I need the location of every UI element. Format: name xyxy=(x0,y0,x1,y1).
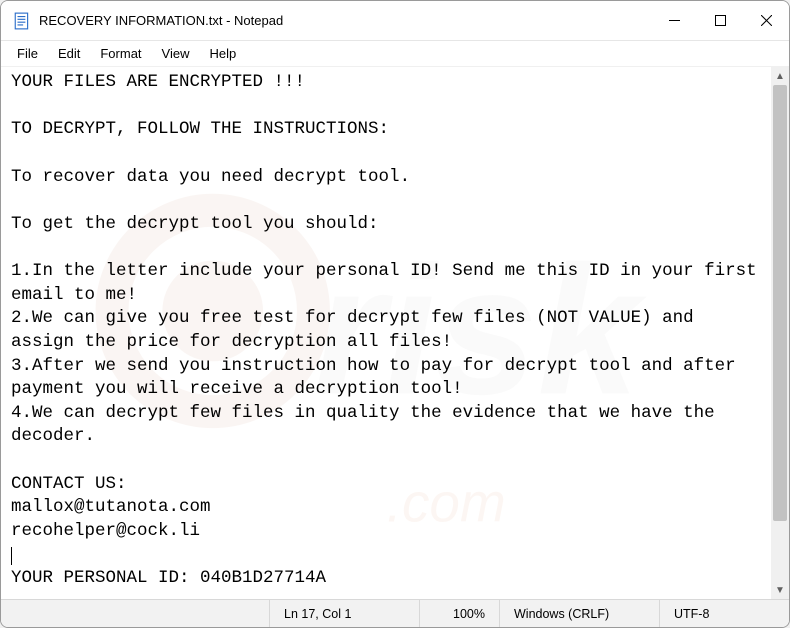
status-line-ending: Windows (CRLF) xyxy=(499,600,659,627)
text-line: 4.We can decrypt few files in quality th… xyxy=(11,403,725,447)
scrollbar-thumb[interactable] xyxy=(773,85,787,521)
menu-view[interactable]: View xyxy=(152,43,200,64)
text-editor-area[interactable]: risk .com YOUR FILES ARE ENCRYPTED !!! T… xyxy=(1,67,789,599)
text-line: 1.In the letter include your personal ID… xyxy=(11,261,767,305)
scrollbar-track[interactable] xyxy=(771,85,789,581)
menu-format[interactable]: Format xyxy=(90,43,151,64)
close-button[interactable] xyxy=(743,1,789,41)
notepad-icon xyxy=(13,12,31,30)
vertical-scrollbar[interactable]: ▲ ▼ xyxy=(771,67,789,599)
menu-edit[interactable]: Edit xyxy=(48,43,90,64)
scroll-up-arrow-icon[interactable]: ▲ xyxy=(771,67,789,85)
status-zoom: 100% xyxy=(419,600,499,627)
text-line: YOUR PERSONAL ID: 040B1D27714A xyxy=(11,568,326,588)
minimize-button[interactable] xyxy=(651,1,697,41)
text-line: YOUR FILES ARE ENCRYPTED !!! xyxy=(11,72,305,92)
text-line: 2.We can give you free test for decrypt … xyxy=(11,308,704,352)
text-content[interactable]: YOUR FILES ARE ENCRYPTED !!! TO DECRYPT,… xyxy=(1,67,771,599)
window-title: RECOVERY INFORMATION.txt - Notepad xyxy=(39,13,283,28)
status-position: Ln 17, Col 1 xyxy=(269,600,419,627)
menu-help[interactable]: Help xyxy=(199,43,246,64)
text-line: CONTACT US: xyxy=(11,474,127,494)
text-line: 3.After we send you instruction how to p… xyxy=(11,356,746,400)
text-line: recohelper@cock.li xyxy=(11,521,200,541)
status-bar: Ln 17, Col 1 100% Windows (CRLF) UTF-8 xyxy=(1,599,789,627)
title-bar[interactable]: RECOVERY INFORMATION.txt - Notepad xyxy=(1,1,789,41)
maximize-button[interactable] xyxy=(697,1,743,41)
text-line: TO DECRYPT, FOLLOW THE INSTRUCTIONS: xyxy=(11,119,389,139)
notepad-window: RECOVERY INFORMATION.txt - Notepad File … xyxy=(0,0,790,628)
scroll-down-arrow-icon[interactable]: ▼ xyxy=(771,581,789,599)
text-line: mallox@tutanota.com xyxy=(11,497,211,517)
status-encoding: UTF-8 xyxy=(659,600,789,627)
menu-file[interactable]: File xyxy=(7,43,48,64)
status-empty xyxy=(1,600,269,627)
text-line xyxy=(11,545,12,565)
text-line: To get the decrypt tool you should: xyxy=(11,214,379,234)
menu-bar: File Edit Format View Help xyxy=(1,41,789,67)
text-line: To recover data you need decrypt tool. xyxy=(11,167,410,187)
